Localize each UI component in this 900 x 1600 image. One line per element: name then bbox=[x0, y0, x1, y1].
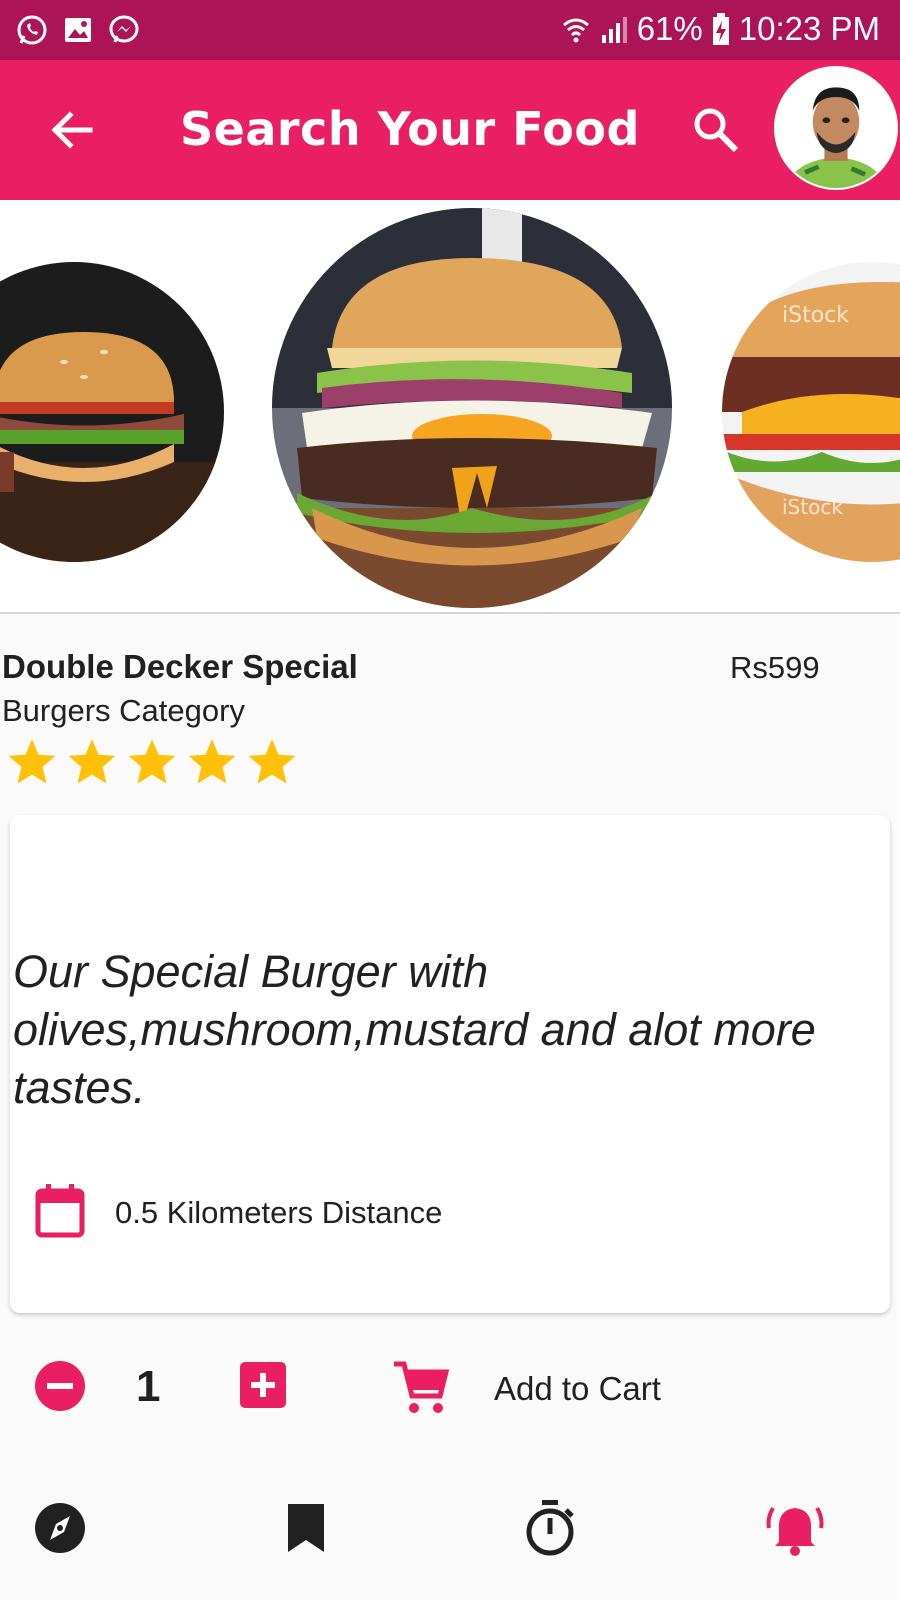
svg-text:iStock: iStock bbox=[782, 495, 843, 519]
distance-label: 0.5 Kilometers Distance bbox=[115, 1195, 443, 1230]
star-icon bbox=[128, 739, 176, 784]
description-card: Our Special Burger with olives,mushroom,… bbox=[10, 815, 890, 1313]
product-category: Burgers Category bbox=[2, 693, 245, 728]
gallery-icon bbox=[65, 18, 91, 42]
add-to-cart-button[interactable]: Add to Cart bbox=[494, 1370, 661, 1408]
quantity-value: 1 bbox=[136, 1362, 161, 1411]
battery-charging-icon bbox=[712, 13, 729, 45]
cart-icon[interactable] bbox=[392, 1358, 450, 1416]
whatsapp-icon bbox=[17, 15, 47, 45]
increase-quantity-button[interactable] bbox=[240, 1362, 286, 1408]
calendar-icon bbox=[35, 1184, 85, 1238]
page-title: Search Your Food bbox=[180, 102, 640, 156]
star-icon bbox=[8, 739, 56, 784]
messenger-icon bbox=[109, 15, 139, 43]
bottom-navigation bbox=[0, 1480, 900, 1600]
decrease-quantity-button[interactable] bbox=[34, 1360, 86, 1412]
explore-icon[interactable] bbox=[30, 1498, 90, 1558]
timer-icon[interactable] bbox=[520, 1498, 580, 1558]
product-price: Rs599 bbox=[730, 650, 820, 685]
search-icon[interactable] bbox=[688, 102, 744, 158]
app-bar: Search Your Food bbox=[0, 60, 900, 200]
svg-text:iStock: iStock bbox=[782, 303, 849, 328]
burger-image-left[interactable] bbox=[0, 262, 224, 562]
rating-stars bbox=[6, 736, 298, 788]
clock: 10:23 PM bbox=[738, 10, 880, 47]
star-icon bbox=[248, 739, 296, 784]
arrow-back-icon[interactable] bbox=[46, 104, 98, 156]
burger-image-center[interactable] bbox=[272, 208, 672, 608]
signal-icon bbox=[601, 17, 627, 43]
avatar[interactable] bbox=[774, 66, 898, 190]
battery-percent: 61% bbox=[636, 10, 703, 47]
wifi-icon bbox=[562, 18, 589, 43]
burger-image-right[interactable]: iStock iStock bbox=[722, 262, 900, 562]
star-icon bbox=[68, 739, 116, 784]
product-description: Our Special Burger with olives,mushroom,… bbox=[13, 946, 816, 1113]
food-carousel[interactable]: iStock iStock bbox=[0, 200, 900, 614]
product-name: Double Decker Special bbox=[2, 648, 358, 685]
status-bar: 61% 10:23 PM bbox=[0, 0, 900, 60]
bookmark-icon[interactable] bbox=[276, 1498, 336, 1558]
alarm-icon[interactable] bbox=[765, 1498, 825, 1558]
star-icon bbox=[188, 739, 236, 784]
